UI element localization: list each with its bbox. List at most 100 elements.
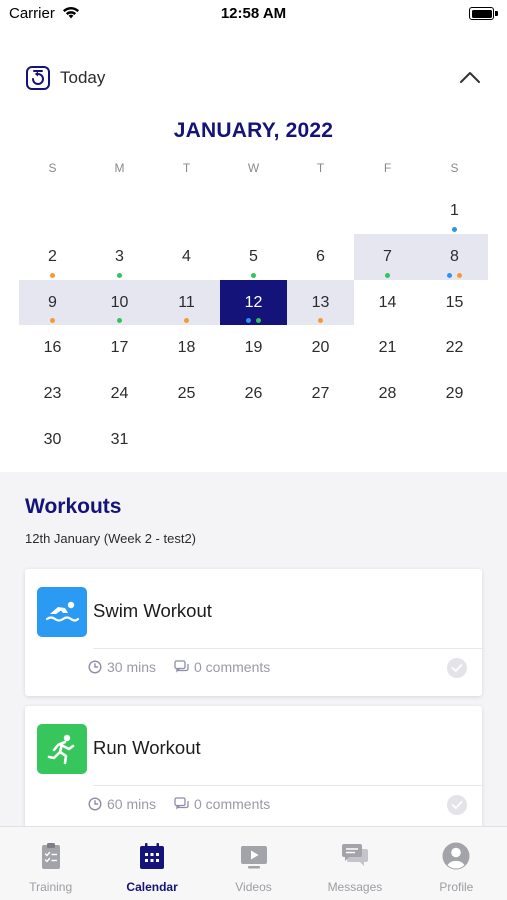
swim-icon (37, 587, 87, 637)
duration-label: 30 mins (107, 659, 157, 675)
workout-dots (86, 456, 153, 461)
chevron-up-icon[interactable] (457, 66, 483, 90)
tab-profile[interactable]: Profile (406, 827, 507, 900)
weekday-label: T (182, 161, 191, 175)
day-cell[interactable]: 3 (86, 234, 153, 280)
complete-check-icon[interactable] (447, 658, 467, 678)
workout-card-run[interactable]: Run Workout 60 mins 0 comments (25, 706, 482, 833)
today-button[interactable]: Today (60, 68, 105, 88)
tab-videos[interactable]: Videos (203, 827, 304, 900)
weekday-label: S (48, 161, 57, 175)
day-cell[interactable]: 17 (86, 325, 153, 371)
workouts-date-label: 12th January (Week 2 - test2) (25, 531, 197, 546)
day-cell[interactable]: 14 (354, 280, 421, 326)
day-cell[interactable]: 15 (421, 280, 488, 326)
tab-bar: Training Calendar Videos Messages Profil… (0, 826, 507, 900)
run-icon (37, 724, 87, 774)
clipboard-icon (41, 843, 60, 869)
day-cell[interactable]: 13 (287, 279, 354, 326)
complete-check-icon[interactable] (447, 795, 467, 815)
day-cell[interactable]: 4 (153, 234, 220, 280)
video-icon (240, 846, 267, 869)
workout-dots (287, 410, 354, 415)
card-divider (93, 785, 482, 786)
day-cell[interactable]: 31 (86, 417, 153, 463)
orange-dot (50, 318, 55, 324)
day-cell[interactable]: 20 (287, 325, 354, 371)
day-cell[interactable]: 5 (220, 234, 287, 280)
day-cell[interactable]: 9 (19, 279, 86, 326)
empty-day-cell (19, 188, 86, 234)
green-dot (117, 272, 122, 278)
day-cell[interactable]: 10 (86, 279, 153, 326)
day-cell[interactable]: 6 (287, 234, 354, 280)
today-row: Today (0, 62, 507, 94)
workout-title: Swim Workout (93, 600, 212, 621)
workout-dots (354, 410, 421, 415)
day-cell[interactable]: 11 (153, 279, 220, 326)
workout-dots (153, 364, 220, 369)
tab-messages[interactable]: Messages (304, 827, 405, 900)
day-cell[interactable]: 22 (421, 325, 488, 371)
workout-comments[interactable]: 0 comments (174, 796, 270, 812)
green-dot (117, 318, 122, 324)
status-bar: Carrier 12:58 AM (0, 0, 507, 30)
day-cell[interactable]: 21 (354, 325, 421, 371)
comment-icon (174, 797, 189, 810)
green-dot (251, 272, 256, 278)
day-cell[interactable]: 16 (19, 325, 86, 371)
tab-label: Messages (327, 880, 383, 894)
workout-dots (220, 410, 287, 415)
day-cell[interactable]: 25 (153, 371, 220, 417)
tab-training[interactable]: Training (0, 827, 101, 900)
workout-dots (86, 272, 153, 278)
day-cell[interactable]: 1 (421, 188, 488, 234)
day-cell[interactable]: 2 (19, 234, 86, 280)
workout-duration: 60 mins (88, 796, 156, 812)
tab-calendar[interactable]: Calendar (101, 827, 202, 900)
workout-dots (86, 364, 153, 369)
calendar-weeks: 1 2 3 4 5 6 7 8 9 10 11 12 13 14 15 16 17 18 19 20 21 22 23 24 2… (19, 188, 488, 463)
day-cell[interactable]: 29 (421, 371, 488, 417)
calendar-week: 1 (19, 188, 488, 234)
workout-comments[interactable]: 0 comments (174, 659, 270, 675)
calendar-grid: SMTWTFS 1 2 3 4 5 6 7 8 9 10 11 12 13 14 15 16 17 18 19 20 2… (19, 148, 488, 463)
day-cell[interactable]: 27 (287, 371, 354, 417)
workout-dots (287, 318, 354, 324)
empty-day-cell (220, 417, 287, 463)
workout-dots (354, 318, 421, 323)
today-calendar-icon[interactable] (25, 65, 51, 91)
workout-dots (220, 272, 287, 278)
workout-dots (354, 272, 421, 278)
workout-dots (220, 318, 287, 324)
day-cell[interactable]: 7 (354, 233, 421, 280)
day-cell[interactable]: 18 (153, 325, 220, 371)
clock: 12:58 AM (220, 5, 287, 22)
calendar-icon (140, 843, 165, 869)
day-cell-selected[interactable]: 12 (220, 279, 287, 326)
workout-duration: 30 mins (88, 659, 156, 675)
battery-icon (469, 7, 498, 20)
blue-dot (447, 272, 452, 278)
day-cell[interactable]: 26 (220, 371, 287, 417)
workout-dots (19, 456, 86, 461)
workout-dots (19, 318, 86, 324)
workout-dots (421, 272, 488, 278)
day-cell[interactable]: 24 (86, 371, 153, 417)
empty-day-cell (354, 188, 421, 234)
workout-dots (153, 410, 220, 415)
workout-dots (287, 364, 354, 369)
day-cell[interactable]: 30 (19, 417, 86, 463)
workout-dots (287, 273, 354, 278)
workout-card-swim[interactable]: Swim Workout 30 mins 0 comments (25, 569, 482, 696)
day-cell[interactable]: 8 (421, 233, 488, 280)
orange-dot (50, 272, 55, 278)
duration-label: 60 mins (107, 796, 157, 812)
day-cell[interactable]: 19 (220, 325, 287, 371)
empty-day-cell (421, 417, 488, 463)
tab-label: Training (29, 880, 73, 894)
green-dot (256, 318, 261, 324)
day-cell[interactable]: 23 (19, 371, 86, 417)
day-cell[interactable]: 28 (354, 371, 421, 417)
calendar-week: 2345678 (19, 233, 488, 280)
